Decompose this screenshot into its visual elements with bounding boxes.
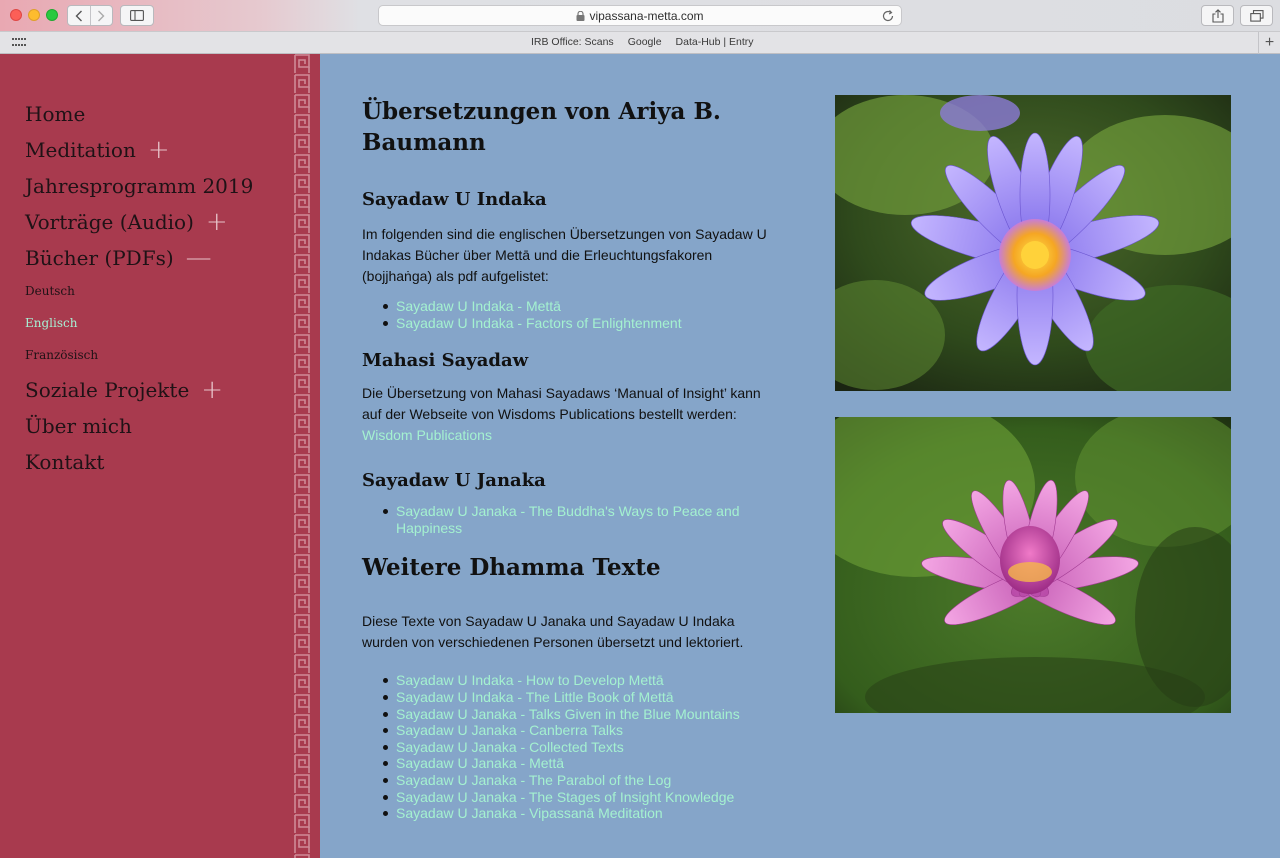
- show-tabs-button[interactable]: [1240, 5, 1273, 26]
- subnav-item-deutsch[interactable]: Deutsch: [25, 276, 253, 308]
- chevron-left-icon: [75, 10, 82, 21]
- pdf-link[interactable]: Sayadaw U Janaka - The Parabol of the Lo…: [383, 772, 772, 789]
- nav-item-ueber-mich[interactable]: Über mich: [25, 408, 253, 444]
- expand-plus-icon[interactable]: +: [206, 209, 228, 235]
- section-text-indaka: Im folgenden sind die englischen Überset…: [362, 226, 767, 284]
- browser-toolbar: vipassana-metta.com: [0, 0, 1280, 32]
- section-text-weitere: Diese Texte von Sayadaw U Janaka und Say…: [362, 613, 744, 651]
- wisdom-publications-link[interactable]: Wisdom Publications: [362, 427, 772, 444]
- bookmark-google[interactable]: Google: [628, 36, 662, 48]
- nav-item-jahresprogramm[interactable]: Jahresprogramm 2019: [25, 168, 253, 204]
- collapse-minus-icon[interactable]: —: [186, 245, 212, 271]
- main-content: Übersetzungen von Ariya B. Baumann Sayad…: [362, 96, 772, 822]
- share-button[interactable]: [1201, 5, 1234, 26]
- address-bar[interactable]: vipassana-metta.com: [378, 5, 902, 26]
- bookmark-irb-office[interactable]: IRB Office: Scans: [531, 36, 614, 48]
- history-buttons: [67, 5, 113, 26]
- nav-item-kontakt[interactable]: Kontakt: [25, 444, 253, 480]
- window-minimize-button[interactable]: [28, 9, 40, 21]
- back-button[interactable]: [68, 6, 90, 25]
- main-navigation: Home Meditation + Jahresprogramm 2019 Vo…: [25, 96, 253, 480]
- janaka-link-list: Sayadaw U Janaka - The Buddha's Ways to …: [383, 503, 753, 536]
- bookmark-data-hub[interactable]: Data-Hub | Entry: [676, 36, 754, 48]
- pdf-link[interactable]: Sayadaw U Indaka - The Little Book of Me…: [383, 689, 772, 706]
- subnav-item-englisch[interactable]: Englisch: [25, 308, 253, 340]
- nav-item-vortraege[interactable]: Vorträge (Audio) +: [25, 204, 253, 240]
- window-close-button[interactable]: [10, 9, 22, 21]
- pdf-link[interactable]: Sayadaw U Janaka - The Stages of Insight…: [383, 789, 772, 806]
- expand-plus-icon[interactable]: +: [148, 137, 170, 163]
- section-text-mahasi: Die Übersetzung von Mahasi Sayadaws ‘Man…: [362, 385, 761, 423]
- pdf-link[interactable]: Sayadaw U Indaka - How to Develop Mettā: [383, 672, 772, 689]
- lock-icon: [576, 10, 585, 21]
- section-heading-indaka: Sayadaw U Indaka: [362, 189, 547, 210]
- chevron-right-icon: [98, 10, 105, 21]
- nav-item-label: Home: [25, 102, 86, 126]
- nav-item-meditation[interactable]: Meditation +: [25, 132, 253, 168]
- sidebar-icon: [130, 10, 144, 21]
- weitere-link-list: Sayadaw U Indaka - How to Develop Mettā …: [383, 672, 772, 821]
- section-heading-weitere: Weitere Dhamma Texte: [362, 554, 661, 582]
- expand-plus-icon[interactable]: +: [201, 377, 223, 403]
- subnav-item-franzoesisch[interactable]: Französisch: [25, 340, 253, 372]
- nav-item-label: Bücher (PDFs): [25, 246, 174, 270]
- page-title: Übersetzungen von Ariya B. Baumann: [362, 98, 721, 156]
- nav-item-soziale-projekte[interactable]: Soziale Projekte +: [25, 372, 253, 408]
- nav-item-label: Meditation: [25, 138, 136, 162]
- blue-water-lily-photo: [835, 95, 1231, 391]
- nav-item-label: Kontakt: [25, 450, 105, 474]
- pdf-link[interactable]: Sayadaw U Janaka - Talks Given in the Bl…: [383, 706, 772, 723]
- nav-item-label: Über mich: [25, 414, 132, 438]
- nav-item-label: Vorträge (Audio): [25, 210, 194, 234]
- forward-button[interactable]: [89, 6, 112, 25]
- section-heading-mahasi: Mahasi Sayadaw: [362, 350, 529, 372]
- share-icon: [1211, 8, 1224, 23]
- tabs-icon: [1249, 9, 1264, 22]
- nav-item-home[interactable]: Home: [25, 96, 253, 132]
- pdf-link[interactable]: Sayadaw U Janaka - The Buddha's Ways to …: [383, 503, 753, 536]
- bookmark-list: IRB Office: Scans Google Data-Hub | Entr…: [531, 36, 754, 48]
- reload-icon[interactable]: [881, 9, 895, 23]
- pdf-link[interactable]: Sayadaw U Janaka - Collected Texts: [383, 739, 772, 756]
- nav-item-label: Soziale Projekte: [25, 378, 190, 402]
- pink-water-lily-photo: [835, 417, 1231, 713]
- pdf-link[interactable]: Sayadaw U Indaka - Mettā: [383, 298, 772, 315]
- bookmarks-bar: IRB Office: Scans Google Data-Hub | Entr…: [0, 32, 1280, 54]
- window-fullscreen-button[interactable]: [46, 9, 58, 21]
- section-heading-janaka: Sayadaw U Janaka: [362, 470, 546, 492]
- pdf-link[interactable]: Sayadaw U Janaka - Mettā: [383, 755, 772, 772]
- new-tab-plus-icon[interactable]: +: [1258, 32, 1280, 54]
- indaka-link-list: Sayadaw U Indaka - Mettā Sayadaw U Indak…: [383, 298, 772, 331]
- pdf-link[interactable]: Sayadaw U Janaka - Vipassanā Meditation: [383, 805, 772, 822]
- sidebar: Home Meditation + Jahresprogramm 2019 Vo…: [0, 54, 320, 858]
- pdf-link[interactable]: Sayadaw U Janaka - Canberra Talks: [383, 722, 772, 739]
- pdf-link[interactable]: Sayadaw U Indaka - Factors of Enlightenm…: [383, 315, 772, 332]
- url-text: vipassana-metta.com: [589, 8, 704, 23]
- top-sites-grid-icon[interactable]: [12, 38, 26, 48]
- greek-key-border: [292, 54, 312, 858]
- sidebar-toggle-button[interactable]: [120, 5, 154, 26]
- nav-item-label: Jahresprogramm 2019: [25, 174, 254, 198]
- nav-item-buecher[interactable]: Bücher (PDFs) —: [25, 240, 253, 276]
